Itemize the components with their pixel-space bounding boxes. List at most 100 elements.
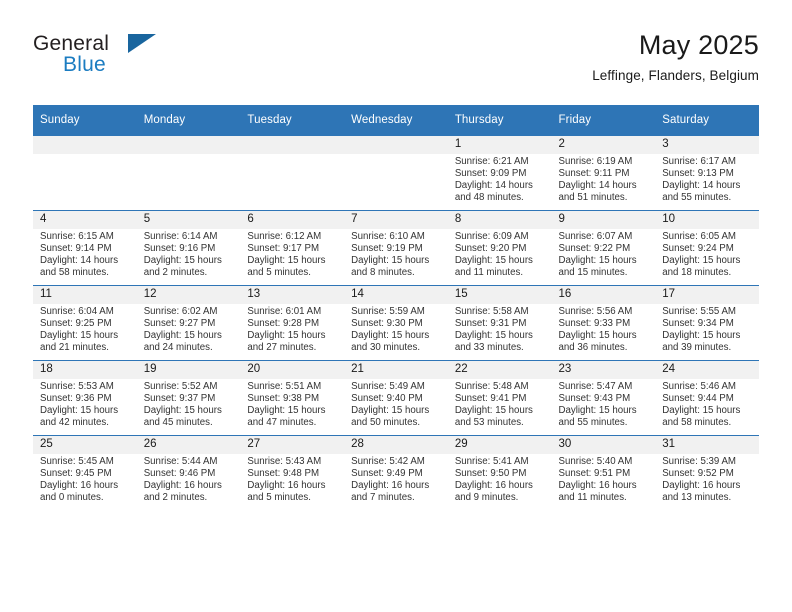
calendar-cell-day[interactable]: 18 Sunrise: 5:53 AM Sunset: 9:36 PM Dayligh… bbox=[33, 360, 137, 436]
calendar-cell-day[interactable]: 10 Sunrise: 6:05 AM Sunset: 9:24 PM Dayligh… bbox=[655, 210, 759, 286]
day-details: Sunrise: 6:19 AM Sunset: 9:11 PM Daylight:… bbox=[552, 154, 656, 204]
sunrise-text: Sunrise: 6:05 AM bbox=[662, 231, 736, 242]
daylight-text-line1: Daylight: 16 hours bbox=[351, 479, 430, 491]
daylight-text-line1: Daylight: 15 hours bbox=[454, 329, 533, 341]
calendar-cell-day[interactable]: 27 Sunrise: 5:43 AM Sunset: 9:48 PM Dayligh… bbox=[240, 435, 345, 510]
calendar-cell-day[interactable]: 26 Sunrise: 5:44 AM Sunset: 9:46 PM Dayligh… bbox=[136, 435, 241, 510]
calendar-cell-empty bbox=[344, 135, 448, 211]
daylight-text-line1: Daylight: 16 hours bbox=[662, 479, 741, 491]
day-number: 11 bbox=[33, 286, 137, 304]
calendar-cell-day[interactable]: 9 Sunrise: 6:07 AM Sunset: 9:22 PM Daylight… bbox=[551, 210, 656, 286]
day-details: Sunrise: 5:52 AM Sunset: 9:37 PM Daylight:… bbox=[137, 379, 241, 429]
sunset-text: Sunset: 9:33 PM bbox=[558, 317, 631, 329]
day-details: Sunrise: 6:10 AM Sunset: 9:19 PM Daylight:… bbox=[344, 229, 448, 279]
daylight-text-line2: and 7 minutes. bbox=[351, 491, 415, 503]
day-details: Sunrise: 5:43 AM Sunset: 9:48 PM Daylight:… bbox=[240, 454, 344, 504]
daylight-text-line2: and 47 minutes. bbox=[247, 416, 317, 428]
weekday-header-thursday: Thursday bbox=[447, 105, 552, 136]
calendar-cell-day[interactable]: 23 Sunrise: 5:47 AM Sunset: 9:43 PM Dayligh… bbox=[551, 360, 656, 436]
calendar-cell-day[interactable]: 30 Sunrise: 5:40 AM Sunset: 9:51 PM Dayligh… bbox=[551, 435, 656, 510]
day-details: Sunrise: 6:14 AM Sunset: 9:16 PM Daylight:… bbox=[137, 229, 241, 279]
day-number: 15 bbox=[447, 286, 552, 304]
day-details: Sunrise: 5:47 AM Sunset: 9:43 PM Daylight:… bbox=[552, 379, 656, 429]
daylight-text-line2: and 58 minutes. bbox=[662, 416, 732, 428]
daylight-text-line1: Daylight: 15 hours bbox=[143, 329, 222, 341]
daylight-text-line1: Daylight: 15 hours bbox=[247, 254, 326, 266]
sunrise-text: Sunrise: 5:39 AM bbox=[662, 456, 736, 467]
calendar-cell-day[interactable]: 14 Sunrise: 5:59 AM Sunset: 9:30 PM Dayligh… bbox=[344, 285, 448, 361]
daylight-text-line2: and 42 minutes. bbox=[40, 416, 109, 428]
daylight-text-line1: Daylight: 14 hours bbox=[454, 179, 533, 191]
day-number: 9 bbox=[551, 211, 656, 229]
daylight-text-line1: Daylight: 14 hours bbox=[40, 254, 119, 266]
sunrise-text: Sunrise: 5:47 AM bbox=[558, 381, 633, 392]
daylight-text-line2: and 27 minutes. bbox=[247, 341, 317, 353]
calendar-cell-day[interactable]: 13 Sunrise: 6:01 AM Sunset: 9:28 PM Dayligh… bbox=[240, 285, 345, 361]
sunset-text: Sunset: 9:20 PM bbox=[454, 242, 527, 254]
day-number: 26 bbox=[136, 436, 241, 454]
calendar-cell-day[interactable]: 15 Sunrise: 5:58 AM Sunset: 9:31 PM Dayligh… bbox=[447, 285, 552, 361]
calendar-cell-day[interactable]: 12 Sunrise: 6:02 AM Sunset: 9:27 PM Dayligh… bbox=[136, 285, 241, 361]
calendar-week-row: 4 Sunrise: 6:15 AM Sunset: 9:14 PM Daylight… bbox=[33, 210, 759, 286]
calendar-cell-day[interactable]: 28 Sunrise: 5:42 AM Sunset: 9:49 PM Dayligh… bbox=[344, 435, 448, 510]
sunset-text: Sunset: 9:09 PM bbox=[454, 167, 527, 179]
daylight-text-line1: Daylight: 15 hours bbox=[558, 254, 637, 266]
sunset-text: Sunset: 9:14 PM bbox=[40, 242, 112, 254]
calendar-cell-day[interactable]: 6 Sunrise: 6:12 AM Sunset: 9:17 PM Daylight… bbox=[240, 210, 345, 286]
sunrise-text: Sunrise: 5:55 AM bbox=[662, 306, 736, 317]
daylight-text-line2: and 9 minutes. bbox=[454, 491, 519, 503]
sunrise-text: Sunrise: 5:42 AM bbox=[351, 456, 425, 467]
calendar-cell-day[interactable]: 31 Sunrise: 5:39 AM Sunset: 9:52 PM Dayligh… bbox=[655, 435, 759, 510]
calendar-cell-day[interactable]: 1 Sunrise: 6:21 AM Sunset: 9:09 PM Daylight… bbox=[447, 135, 552, 211]
sunrise-text: Sunrise: 6:10 AM bbox=[351, 231, 425, 242]
calendar-cell-day[interactable]: 17 Sunrise: 5:55 AM Sunset: 9:34 PM Dayligh… bbox=[655, 285, 759, 361]
daylight-text-line1: Daylight: 15 hours bbox=[558, 404, 637, 416]
calendar-grid: Sunday Monday Tuesday Wednesday Thursday… bbox=[33, 105, 759, 510]
calendar-cell-day[interactable]: 5 Sunrise: 6:14 AM Sunset: 9:16 PM Daylight… bbox=[136, 210, 241, 286]
daylight-text-line1: Daylight: 16 hours bbox=[247, 479, 326, 491]
sunrise-text: Sunrise: 5:45 AM bbox=[40, 456, 114, 467]
calendar-page: General Blue May 2025 Leffinge, Flanders… bbox=[0, 0, 792, 612]
calendar-cell-day[interactable]: 11 Sunrise: 6:04 AM Sunset: 9:25 PM Dayligh… bbox=[33, 285, 137, 361]
sunrise-text: Sunrise: 6:01 AM bbox=[247, 306, 322, 317]
day-number: 7 bbox=[344, 211, 448, 229]
day-details: Sunrise: 5:39 AM Sunset: 9:52 PM Daylight:… bbox=[655, 454, 759, 504]
calendar-cell-day[interactable]: 3 Sunrise: 6:17 AM Sunset: 9:13 PM Daylight… bbox=[655, 135, 759, 211]
calendar-cell-day[interactable]: 16 Sunrise: 5:56 AM Sunset: 9:33 PM Dayligh… bbox=[551, 285, 656, 361]
sunset-text: Sunset: 9:36 PM bbox=[40, 392, 112, 404]
sunset-text: Sunset: 9:51 PM bbox=[558, 467, 631, 479]
calendar-cell-day[interactable]: 29 Sunrise: 5:41 AM Sunset: 9:50 PM Dayligh… bbox=[447, 435, 552, 510]
calendar-cell-day[interactable]: 2 Sunrise: 6:19 AM Sunset: 9:11 PM Daylight… bbox=[551, 135, 656, 211]
calendar-cell-day[interactable]: 24 Sunrise: 5:46 AM Sunset: 9:44 PM Dayligh… bbox=[655, 360, 759, 436]
sunrise-text: Sunrise: 5:53 AM bbox=[40, 381, 114, 392]
day-number: 8 bbox=[447, 211, 552, 229]
sunrise-text: Sunrise: 6:02 AM bbox=[143, 306, 218, 317]
sunset-text: Sunset: 9:40 PM bbox=[351, 392, 423, 404]
day-number: 30 bbox=[551, 436, 656, 454]
calendar-cell-day[interactable]: 19 Sunrise: 5:52 AM Sunset: 9:37 PM Dayligh… bbox=[136, 360, 241, 436]
calendar-cell-day[interactable]: 8 Sunrise: 6:09 AM Sunset: 9:20 PM Daylight… bbox=[447, 210, 552, 286]
calendar-cell-day[interactable]: 4 Sunrise: 6:15 AM Sunset: 9:14 PM Daylight… bbox=[33, 210, 137, 286]
calendar-cell-day[interactable]: 25 Sunrise: 5:45 AM Sunset: 9:45 PM Dayligh… bbox=[33, 435, 137, 510]
calendar-cell-day[interactable]: 20 Sunrise: 5:51 AM Sunset: 9:38 PM Dayligh… bbox=[240, 360, 345, 436]
calendar-cell-day[interactable]: 7 Sunrise: 6:10 AM Sunset: 9:19 PM Daylight… bbox=[344, 210, 448, 286]
sunrise-text: Sunrise: 5:40 AM bbox=[558, 456, 633, 467]
day-details: Sunrise: 5:51 AM Sunset: 9:38 PM Daylight:… bbox=[240, 379, 344, 429]
day-details: Sunrise: 5:58 AM Sunset: 9:31 PM Daylight:… bbox=[448, 304, 552, 354]
day-number: 14 bbox=[344, 286, 448, 304]
daylight-text-line2: and 55 minutes. bbox=[558, 416, 628, 428]
sunrise-text: Sunrise: 6:14 AM bbox=[143, 231, 218, 242]
day-details: Sunrise: 6:05 AM Sunset: 9:24 PM Daylight:… bbox=[655, 229, 759, 279]
sunset-text: Sunset: 9:44 PM bbox=[662, 392, 734, 404]
calendar-week-row: 18 Sunrise: 5:53 AM Sunset: 9:36 PM Dayligh… bbox=[33, 360, 759, 436]
brand-logo[interactable]: General Blue bbox=[33, 32, 243, 90]
daylight-text-line2: and 53 minutes. bbox=[454, 416, 524, 428]
calendar-cell-day[interactable]: 21 Sunrise: 5:49 AM Sunset: 9:40 PM Dayligh… bbox=[344, 360, 448, 436]
day-number: 31 bbox=[655, 436, 759, 454]
sunset-text: Sunset: 9:31 PM bbox=[454, 317, 527, 329]
day-details: Sunrise: 5:45 AM Sunset: 9:45 PM Daylight:… bbox=[33, 454, 137, 504]
daylight-text-line2: and 36 minutes. bbox=[558, 341, 628, 353]
calendar-cell-day[interactable]: 22 Sunrise: 5:48 AM Sunset: 9:41 PM Dayligh… bbox=[447, 360, 552, 436]
day-number: 4 bbox=[33, 211, 137, 229]
day-number: 28 bbox=[344, 436, 448, 454]
